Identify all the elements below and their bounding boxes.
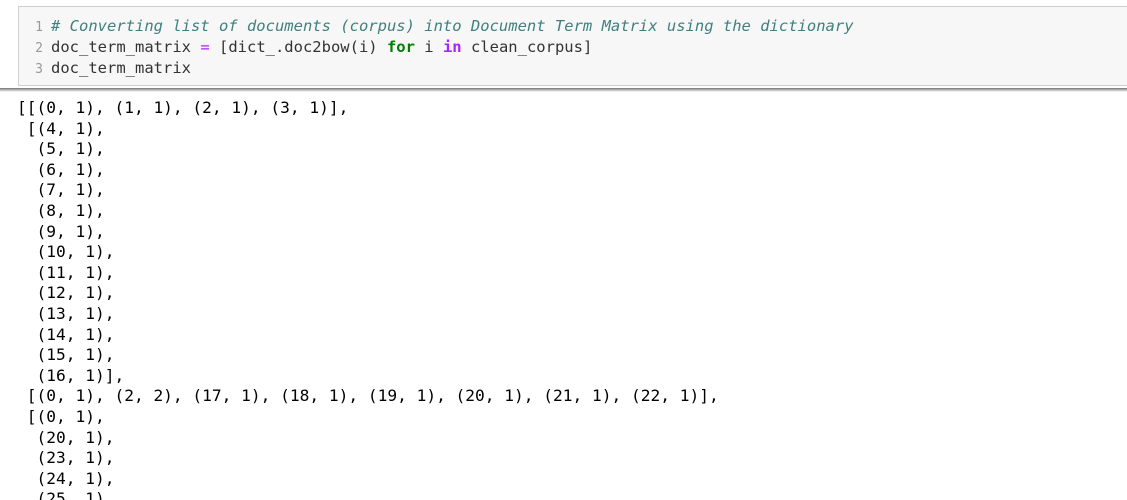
code-token: # Converting list of documents (corpus) … bbox=[51, 17, 854, 35]
code-line[interactable]: 1 # Converting list of documents (corpus)… bbox=[19, 16, 854, 36]
output-line: [(0, 1), bbox=[17, 406, 105, 426]
output-line: (14, 1), bbox=[17, 324, 115, 344]
code-input-cell[interactable]: 1 # Converting list of documents (corpus)… bbox=[18, 6, 1127, 86]
output-line: (25, 1), bbox=[17, 489, 115, 500]
code-token: in bbox=[442, 38, 462, 56]
output-line: [(4, 1), bbox=[17, 118, 105, 138]
code-token: doc_term_matrix bbox=[51, 38, 201, 56]
output-line: (6, 1), bbox=[17, 159, 105, 179]
output-line: (10, 1), bbox=[17, 242, 115, 262]
code-token: i bbox=[414, 38, 443, 56]
output-line: (5, 1), bbox=[17, 139, 105, 159]
code-token: = bbox=[200, 38, 210, 56]
output-line: (24, 1), bbox=[17, 468, 115, 488]
output-line: (8, 1), bbox=[17, 200, 105, 220]
output-line: (20, 1), bbox=[17, 427, 115, 447]
output-line: (16, 1)], bbox=[17, 365, 125, 385]
output-line: (13, 1), bbox=[17, 303, 115, 323]
output-line: [(0, 1), (2, 2), (17, 1), (18, 1), (19, … bbox=[17, 386, 719, 406]
code-token: doc_term_matrix bbox=[51, 59, 191, 77]
code-line[interactable]: 2 doc_term_matrix = [dict_.doc2bow(i) for… bbox=[19, 37, 592, 57]
line-number: 1 bbox=[35, 20, 43, 35]
code-line[interactable]: 3 doc_term_matrix bbox=[19, 58, 191, 78]
line-number: 2 bbox=[35, 41, 43, 56]
code-token: [dict_.doc2bow(i) bbox=[209, 38, 387, 56]
cell-output: [[(0, 1), (1, 1), (2, 1), (3, 1)], [(4, … bbox=[17, 98, 1127, 500]
output-line: (11, 1), bbox=[17, 262, 115, 282]
output-line: (15, 1), bbox=[17, 345, 115, 365]
output-line: (23, 1), bbox=[17, 448, 115, 468]
line-number: 3 bbox=[35, 62, 43, 77]
code-token: clean_corpus] bbox=[461, 38, 593, 56]
output-line: (7, 1), bbox=[17, 180, 105, 200]
output-line: [[(0, 1), (1, 1), (2, 1), (3, 1)], bbox=[17, 98, 349, 117]
code-token: for bbox=[386, 38, 415, 56]
output-line: (9, 1), bbox=[17, 221, 105, 241]
output-line: (12, 1), bbox=[17, 283, 115, 303]
cell-divider-shadow bbox=[0, 88, 1127, 92]
